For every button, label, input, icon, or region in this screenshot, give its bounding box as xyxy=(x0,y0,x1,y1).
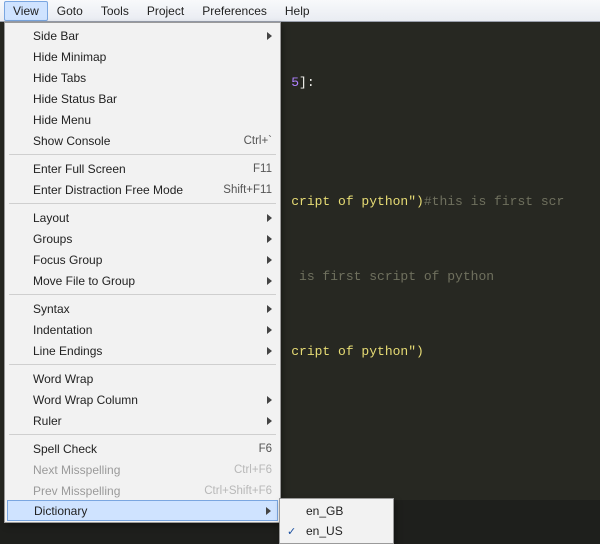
dictionary-option-label: en_US xyxy=(306,524,343,538)
menu-item-label: Enter Distraction Free Mode xyxy=(33,183,223,197)
menu-item-label: Next Misspelling xyxy=(33,463,234,477)
menu-item-hide-minimap[interactable]: Hide Minimap xyxy=(7,46,278,67)
menu-item-line-endings[interactable]: Line Endings xyxy=(7,340,278,361)
menu-item-label: Spell Check xyxy=(33,442,259,456)
dictionary-option-en_us[interactable]: ✓ en_US xyxy=(282,521,391,541)
menubar-item-preferences[interactable]: Preferences xyxy=(193,1,276,21)
code-string: cript of python") xyxy=(291,194,424,209)
menu-item-label: Word Wrap Column xyxy=(33,393,261,407)
menubar-item-view[interactable]: View xyxy=(4,1,48,21)
menu-item-label: Groups xyxy=(33,232,261,246)
menu-item-label: Prev Misspelling xyxy=(33,484,204,498)
chevron-right-icon xyxy=(267,305,272,313)
menu-item-label: Indentation xyxy=(33,323,261,337)
chevron-right-icon xyxy=(267,277,272,285)
chevron-right-icon xyxy=(267,235,272,243)
dictionary-option-label: en_GB xyxy=(306,504,343,518)
menu-item-label: Side Bar xyxy=(33,29,261,43)
menu-item-shortcut: Ctrl+F6 xyxy=(234,464,272,476)
chevron-right-icon xyxy=(267,256,272,264)
menu-item-hide-tabs[interactable]: Hide Tabs xyxy=(7,67,278,88)
menu-separator xyxy=(9,434,276,435)
menubar-item-tools[interactable]: Tools xyxy=(92,1,138,21)
code-comment: is first script of python xyxy=(291,269,494,284)
code-comment: #this is first scr xyxy=(424,194,564,209)
menu-item-prev-misspelling: Prev MisspellingCtrl+Shift+F6 xyxy=(7,480,278,501)
menubar-item-goto[interactable]: Goto xyxy=(48,1,92,21)
chevron-right-icon xyxy=(267,417,272,425)
menu-item-side-bar[interactable]: Side Bar xyxy=(7,25,278,46)
menu-item-word-wrap-column[interactable]: Word Wrap Column xyxy=(7,389,278,410)
code-text: ]: xyxy=(299,75,315,90)
menu-item-label: Show Console xyxy=(33,134,244,148)
menu-item-hide-status-bar[interactable]: Hide Status Bar xyxy=(7,88,278,109)
dictionary-option-en_gb[interactable]: en_GB xyxy=(282,501,391,521)
menu-item-label: Hide Minimap xyxy=(33,50,272,64)
menu-item-hide-menu[interactable]: Hide Menu xyxy=(7,109,278,130)
menu-separator xyxy=(9,203,276,204)
code-number: 5 xyxy=(291,75,299,90)
menu-item-label: Hide Menu xyxy=(33,113,272,127)
menubar-item-project[interactable]: Project xyxy=(138,1,193,21)
menu-item-enter-full-screen[interactable]: Enter Full ScreenF11 xyxy=(7,158,278,179)
menu-item-label: Ruler xyxy=(33,414,261,428)
menu-item-dictionary[interactable]: Dictionary xyxy=(7,500,278,521)
menu-item-next-misspelling: Next MisspellingCtrl+F6 xyxy=(7,459,278,480)
chevron-right-icon xyxy=(267,32,272,40)
menu-item-shortcut: Ctrl+Shift+F6 xyxy=(204,485,272,497)
menu-item-label: Word Wrap xyxy=(33,372,272,386)
menubar-item-help[interactable]: Help xyxy=(276,1,319,21)
menu-item-shortcut: Ctrl+` xyxy=(244,135,272,147)
chevron-right-icon xyxy=(267,396,272,404)
menu-item-label: Move File to Group xyxy=(33,274,261,288)
menu-item-ruler[interactable]: Ruler xyxy=(7,410,278,431)
menu-item-layout[interactable]: Layout xyxy=(7,207,278,228)
menu-item-word-wrap[interactable]: Word Wrap xyxy=(7,368,278,389)
menu-item-show-console[interactable]: Show ConsoleCtrl+` xyxy=(7,130,278,151)
menu-item-focus-group[interactable]: Focus Group xyxy=(7,249,278,270)
code-string: cript of python") xyxy=(291,344,424,359)
chevron-right-icon xyxy=(267,326,272,334)
menu-item-label: Line Endings xyxy=(33,344,261,358)
menu-item-label: Syntax xyxy=(33,302,261,316)
check-icon: ✓ xyxy=(287,525,296,538)
chevron-right-icon xyxy=(267,347,272,355)
menu-item-label: Focus Group xyxy=(33,253,261,267)
menu-item-label: Enter Full Screen xyxy=(33,162,253,176)
menu-separator xyxy=(9,364,276,365)
menu-item-groups[interactable]: Groups xyxy=(7,228,278,249)
menu-item-label: Hide Tabs xyxy=(33,71,272,85)
menu-item-indentation[interactable]: Indentation xyxy=(7,319,278,340)
menu-item-enter-distraction-free-mode[interactable]: Enter Distraction Free ModeShift+F11 xyxy=(7,179,278,200)
menu-separator xyxy=(9,294,276,295)
menu-item-syntax[interactable]: Syntax xyxy=(7,298,278,319)
menu-item-move-file-to-group[interactable]: Move File to Group xyxy=(7,270,278,291)
menu-item-shortcut: F6 xyxy=(259,443,272,455)
menu-item-label: Dictionary xyxy=(34,504,260,518)
menu-separator xyxy=(9,154,276,155)
view-menu-dropdown: Side Bar Hide Minimap Hide Tabs Hide Status… xyxy=(4,22,281,523)
menu-item-label: Layout xyxy=(33,211,261,225)
menubar: ViewGotoToolsProjectPreferencesHelp xyxy=(0,0,600,22)
menu-item-spell-check[interactable]: Spell CheckF6 xyxy=(7,438,278,459)
chevron-right-icon xyxy=(267,214,272,222)
dictionary-submenu: en_GB ✓ en_US xyxy=(279,498,394,544)
chevron-right-icon xyxy=(266,507,271,515)
menu-item-label: Hide Status Bar xyxy=(33,92,272,106)
menu-item-shortcut: Shift+F11 xyxy=(223,184,272,196)
menu-item-shortcut: F11 xyxy=(253,163,272,175)
